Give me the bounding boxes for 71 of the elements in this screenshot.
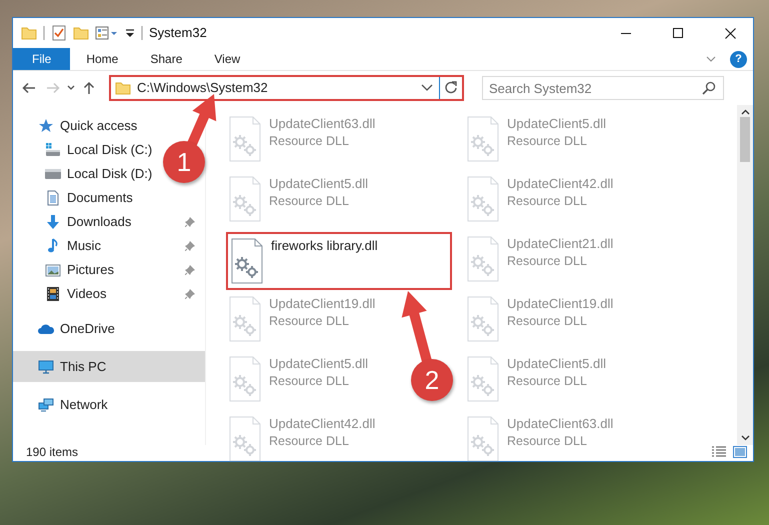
file-item[interactable]: fireworks library.dll — [226, 232, 452, 290]
sidebar-item[interactable]: This PC — [13, 351, 205, 382]
item-count: 190 items — [26, 444, 78, 461]
file-type: Resource DLL — [269, 133, 350, 150]
search-field[interactable]: Search System32 — [482, 76, 724, 100]
drive-icon — [45, 166, 61, 182]
ribbon-tab[interactable]: Share — [134, 48, 198, 70]
up-arrow-icon — [83, 81, 95, 95]
folder-icon[interactable] — [73, 25, 89, 41]
address-path: C:\Windows\System32 — [136, 79, 269, 98]
dll-file-icon[interactable] — [467, 416, 499, 462]
sidebar-item[interactable]: Music — [13, 234, 205, 258]
scrollbar[interactable] — [737, 105, 753, 445]
file-type: Resource DLL — [269, 313, 350, 330]
divider-icon — [43, 26, 45, 40]
maximize-icon — [673, 28, 683, 38]
file-type: Resource DLL — [507, 433, 588, 450]
file-type: Resource DLL — [507, 313, 588, 330]
star-icon — [38, 118, 54, 134]
address-dropdown-icon[interactable] — [421, 84, 433, 92]
sidebar-item[interactable]: Documents — [13, 186, 139, 210]
forward-icon — [46, 82, 60, 94]
picture-icon — [45, 262, 61, 278]
document-icon — [45, 190, 61, 206]
scroll-down-icon[interactable] — [740, 435, 750, 441]
file-menu-button[interactable]: File — [13, 48, 70, 70]
sidebar-item[interactable]: Pictures — [13, 258, 205, 282]
download-arrow-icon — [45, 214, 61, 230]
monitor-icon — [38, 358, 54, 374]
pin-icon[interactable] — [185, 241, 195, 251]
sidebar-item[interactable]: Network — [13, 389, 114, 420]
sidebar-item[interactable]: Local Disk (D:) — [13, 162, 158, 186]
expand-ribbon-icon[interactable] — [706, 56, 716, 62]
scroll-thumb[interactable] — [740, 117, 750, 162]
sidebar-item[interactable]: OneDrive — [13, 313, 121, 344]
recent-locations-icon[interactable] — [67, 85, 75, 91]
folder-icon — [115, 80, 131, 96]
ribbon-tab[interactable]: View — [198, 48, 256, 70]
sidebar-item[interactable]: Local Disk (C:) — [13, 138, 158, 162]
file-type: Resource DLL — [507, 253, 588, 270]
help-button[interactable]: ? — [730, 50, 747, 68]
window-title: System32 — [149, 24, 207, 42]
dll-file-icon[interactable] — [229, 416, 261, 462]
file-type: Resource DLL — [269, 193, 350, 210]
pin-icon[interactable] — [185, 265, 195, 275]
network-icon — [38, 396, 54, 412]
close-icon — [724, 28, 736, 38]
address-bar[interactable]: C:\Windows\System32 — [109, 75, 464, 101]
divider-icon — [141, 26, 143, 40]
file-type: Resource DLL — [507, 373, 588, 390]
ribbon-tab[interactable]: Home — [70, 48, 134, 70]
sidebar-item[interactable]: Downloads — [13, 210, 205, 234]
pin-icon[interactable] — [185, 289, 195, 299]
file-type: Resource DLL — [507, 193, 588, 210]
dll-file-icon — [231, 238, 263, 284]
sidebar-item[interactable]: Videos — [13, 282, 205, 306]
details-view-icon[interactable] — [711, 446, 727, 458]
film-strip-icon — [45, 286, 61, 302]
drive-icon — [45, 142, 61, 158]
scroll-up-icon[interactable] — [740, 109, 750, 115]
large-icons-view-icon[interactable] — [733, 446, 747, 458]
checklist-icon[interactable] — [51, 25, 67, 41]
file-type: Resource DLL — [269, 373, 350, 390]
folder-icon[interactable] — [21, 25, 37, 41]
properties-icon[interactable] — [95, 25, 119, 41]
file-type: Resource DLL — [507, 133, 588, 150]
file-name: fireworks library.dll — [271, 238, 378, 254]
file-type: Resource DLL — [269, 433, 350, 450]
pin-icon[interactable] — [185, 217, 195, 227]
sidebar-item[interactable]: Quick access — [13, 114, 144, 138]
back-icon — [22, 82, 36, 94]
